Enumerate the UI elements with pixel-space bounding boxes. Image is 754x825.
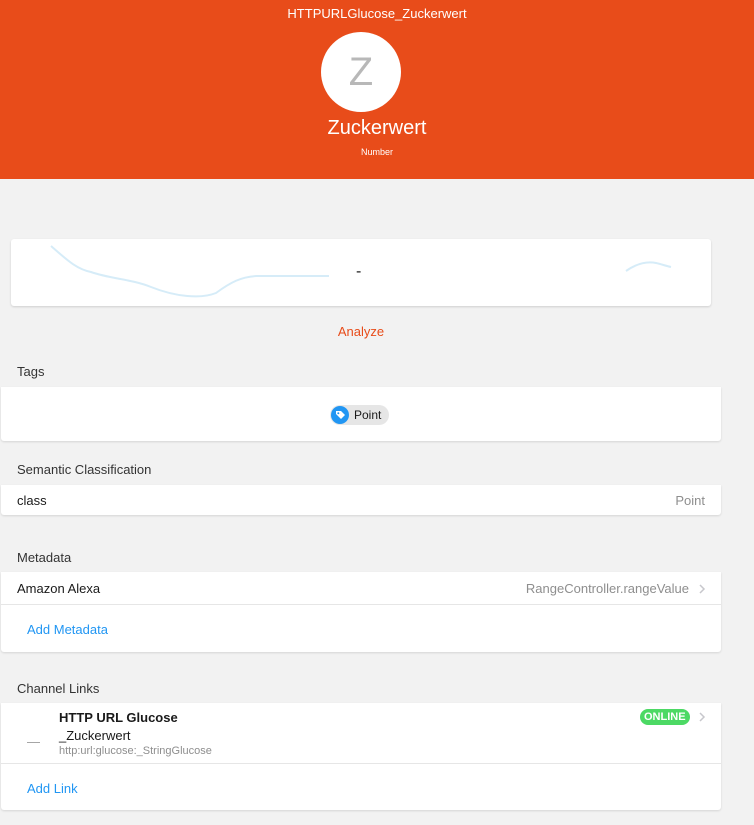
metadata-label: Amazon Alexa [17,581,101,596]
channel-uid: http:url:glucose:_StringGlucose [59,745,212,757]
state-card[interactable]: - [11,239,711,306]
divider [1,763,721,764]
tag-label: Point [354,408,382,422]
channel-state: — [27,734,40,749]
item-header: HTTPURLGlucose_Zuckerwert Z Zuckerwert N… [0,0,754,179]
metadata-value: RangeController.rangeValue [525,581,689,596]
tags-card: Point [1,387,721,441]
channel-links-card: — HTTP URL Glucose _Zuckerwert http:url:… [1,703,721,810]
semantic-card: class Point [1,485,721,515]
item-name: HTTPURLGlucose_Zuckerwert [287,6,467,21]
status-badge: ONLINE [640,709,690,725]
item-label: Zuckerwert [327,117,427,139]
divider [1,604,721,605]
tag-chip[interactable]: Point [330,405,390,425]
tags-title: Tags [17,364,45,379]
metadata-card: Amazon Alexa RangeController.rangeValue … [1,572,721,652]
channel-label: _Zuckerwert [59,728,131,743]
add-metadata-link[interactable]: Add Metadata [27,622,108,637]
metadata-row[interactable]: Amazon Alexa RangeController.rangeValue [1,572,721,604]
add-link-link[interactable]: Add Link [27,781,78,796]
analyze-link[interactable]: Analyze [0,324,722,339]
channel-links-title: Channel Links [17,681,100,696]
chevron-right-icon [699,712,706,722]
avatar: Z [321,32,401,112]
item-state: - [356,263,362,280]
channel-thing-label: HTTP URL Glucose [59,710,178,725]
semantic-label: class [17,493,47,508]
metadata-title: Metadata [17,550,72,565]
chevron-right-icon [699,584,706,594]
semantic-value: Point [675,493,705,508]
semantic-title: Semantic Classification [17,462,152,477]
channel-link-row[interactable]: — HTTP URL Glucose _Zuckerwert http:url:… [1,703,721,763]
tag-icon [331,406,349,424]
item-type: Number [360,147,393,157]
